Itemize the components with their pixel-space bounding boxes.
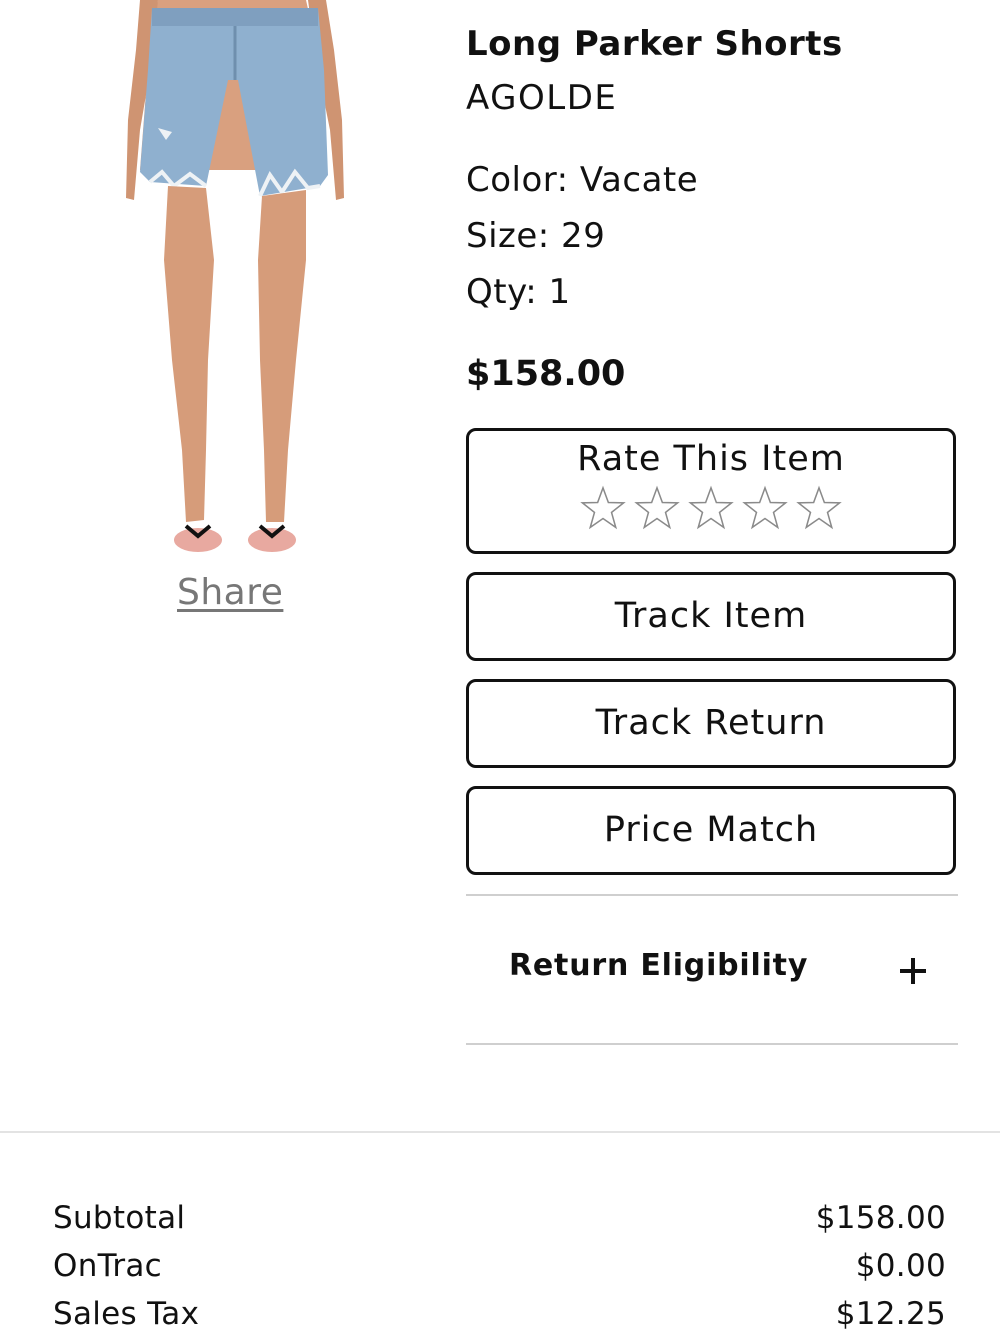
rate-item-box: Rate This Item <box>466 428 956 554</box>
rate-item-title: Rate This Item <box>577 439 845 479</box>
track-return-button[interactable]: Track Return <box>466 679 956 768</box>
star-icon[interactable] <box>634 485 680 531</box>
section-divider <box>0 1131 1000 1133</box>
product-name: Long Parker Shorts <box>466 24 843 64</box>
plus-icon[interactable] <box>900 958 926 984</box>
denim-shorts-model-photo <box>126 0 344 552</box>
summary-value: $0.00 <box>855 1248 946 1284</box>
summary-row-shipping: OnTrac $0.00 <box>53 1248 946 1296</box>
summary-row-subtotal: Subtotal $158.00 <box>53 1200 946 1248</box>
price-match-button[interactable]: Price Match <box>466 786 956 875</box>
summary-label: Subtotal <box>53 1200 186 1236</box>
summary-label: OnTrac <box>53 1248 163 1284</box>
summary-row-sales-tax: Sales Tax $12.25 <box>53 1296 946 1344</box>
track-item-button[interactable]: Track Item <box>466 572 956 661</box>
divider <box>466 1043 958 1045</box>
summary-label: Sales Tax <box>53 1296 200 1332</box>
star-icon[interactable] <box>580 485 626 531</box>
return-eligibility-toggle[interactable]: Return Eligibility <box>466 896 958 1043</box>
product-price: $158.00 <box>466 354 626 394</box>
return-eligibility-label: Return Eligibility <box>509 948 809 983</box>
brand-name[interactable]: AGOLDE <box>466 78 617 118</box>
star-icon[interactable] <box>688 485 734 531</box>
order-summary: Subtotal $158.00 OnTrac $0.00 Sales Tax … <box>53 1200 946 1344</box>
product-color: Color: Vacate <box>466 160 699 200</box>
product-image[interactable] <box>110 0 360 570</box>
product-size: Size: 29 <box>466 216 606 256</box>
share-link[interactable]: Share <box>177 572 283 613</box>
summary-value: $12.25 <box>835 1296 946 1332</box>
summary-value: $158.00 <box>815 1200 946 1236</box>
star-rating[interactable] <box>469 485 953 531</box>
star-icon[interactable] <box>742 485 788 531</box>
star-icon[interactable] <box>796 485 842 531</box>
product-qty: Qty: 1 <box>466 272 571 312</box>
